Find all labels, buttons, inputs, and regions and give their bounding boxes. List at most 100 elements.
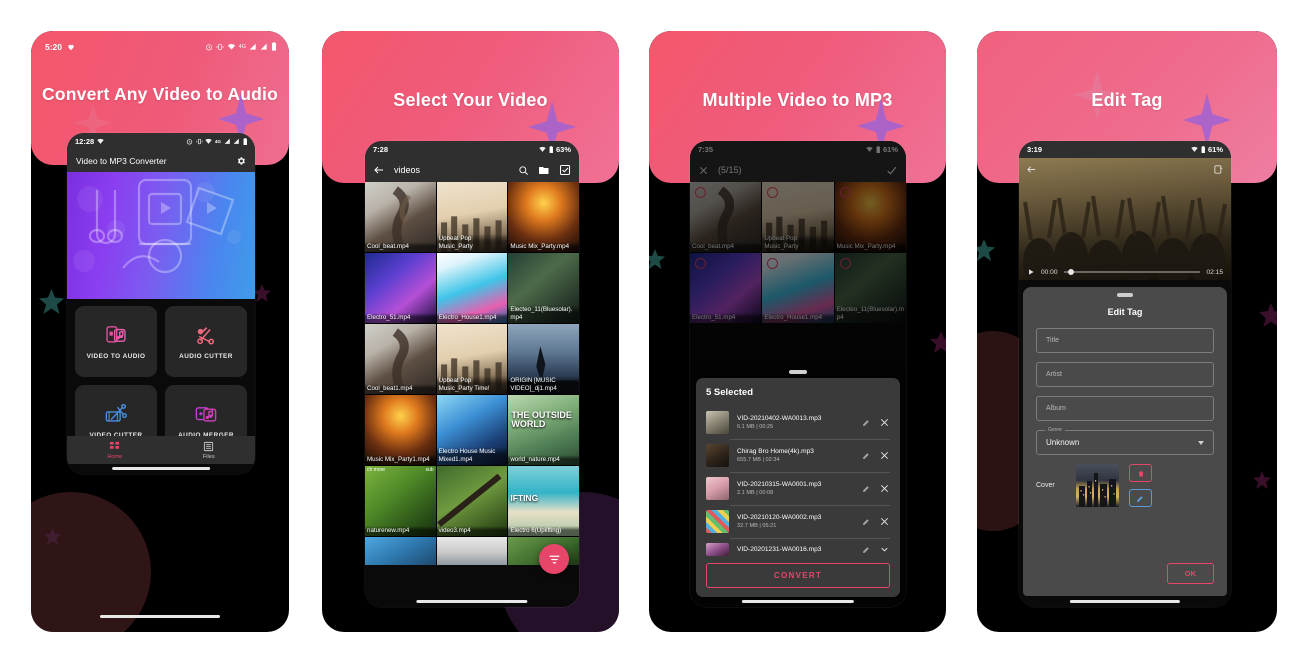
video-name: Music Mix_Party.mp4: [508, 241, 579, 252]
video-name: Upbeat Pop Music_Party: [436, 234, 508, 252]
phone-1-bottom-nav: Home Files: [67, 436, 255, 464]
sparkle-icon: [39, 289, 64, 314]
seek-bar[interactable]: [1063, 269, 1201, 275]
video-grid-item[interactable]: ORIGIN [MUSIC VIDEO]_dj1.mp4: [508, 324, 579, 394]
phone-2-status-bar: 7:28 63%: [365, 141, 579, 158]
tile-video-to-audio[interactable]: VIDEO TO AUDIO: [75, 306, 157, 377]
panel-home-indicator: [100, 615, 220, 618]
4g-icon: 4G: [214, 139, 221, 144]
video-name: Cool_beat.mp4: [365, 241, 436, 252]
video-grid-item[interactable]: Cool_beat.mp4: [365, 182, 436, 252]
panel-3-banner-title: Multiple Video to MP3: [702, 90, 893, 110]
video-grid-item[interactable]: Electro House Music Mixed1.mp4: [436, 395, 508, 465]
back-arrow-icon[interactable]: [373, 164, 385, 176]
hero-illustration: [88, 178, 235, 274]
video-grid-item[interactable]: Cool_beat1.mp4: [365, 324, 436, 394]
genre-select[interactable]: Genre Unknown: [1036, 427, 1214, 455]
pencil-icon[interactable]: [862, 545, 871, 554]
video-grid-item[interactable]: IFTING Electro 6(Uplifting): [508, 466, 579, 536]
sheet-grab-handle[interactable]: [1117, 293, 1133, 297]
wifi-icon: [1191, 146, 1199, 152]
wifi-icon: [539, 146, 547, 152]
video-grid-item[interactable]: Upbeat Pop Music_Party Time!: [436, 324, 508, 394]
phone-4-video-player[interactable]: 00:00 02:15: [1019, 158, 1231, 280]
folder-icon[interactable]: [538, 164, 550, 176]
sparkle-icon: [977, 239, 995, 261]
pencil-icon[interactable]: [862, 451, 871, 460]
phone-device-1: 12:28 4G Video to MP3 Converter VIDEO TO…: [67, 133, 255, 474]
edit-cover-button[interactable]: [1129, 489, 1152, 507]
album-field[interactable]: Album: [1036, 396, 1214, 421]
edit-tag-dialog: Edit Tag Title Artist Album Genre Unknow…: [1023, 287, 1227, 596]
remove-item-icon[interactable]: [879, 450, 890, 461]
selected-item-row[interactable]: VID-20201231-WA0016.mp3: [696, 538, 900, 556]
signal-icon: [233, 138, 239, 144]
remove-item-icon[interactable]: [879, 483, 890, 494]
item-thumbnail: [706, 510, 729, 533]
ok-button[interactable]: OK: [1166, 563, 1214, 584]
vibrate-icon: [196, 138, 203, 145]
promo-status-right: 4G: [205, 42, 277, 51]
skyline-illustration: [1079, 473, 1116, 507]
sparkle-icon: [253, 284, 271, 302]
nav-item-home[interactable]: Home: [107, 441, 122, 460]
remove-item-icon[interactable]: [879, 516, 890, 527]
phone-2-video-grid: Cool_beat.mp4 Upbeat Pop Music_Party Mus…: [365, 182, 579, 565]
selected-item-row[interactable]: VID-20210315-WA0001.mp3 2.1 MB | 00:08: [696, 472, 900, 505]
promo-status-left: 5:20: [45, 42, 75, 52]
video-grid-item[interactable]: Music Mix_Party1.mp4: [365, 395, 436, 465]
select-all-icon[interactable]: [559, 164, 571, 176]
convert-button[interactable]: CONVERT: [706, 563, 890, 588]
delete-cover-button[interactable]: [1129, 464, 1152, 482]
video-grid-item[interactable]: Music Mix_Party.mp4: [508, 182, 579, 252]
back-arrow-icon[interactable]: [1026, 164, 1037, 175]
chevron-down-icon[interactable]: [1198, 440, 1204, 445]
play-icon[interactable]: [1027, 268, 1035, 276]
sheet-grab-handle[interactable]: [789, 370, 807, 374]
cover-image[interactable]: [1076, 464, 1119, 507]
thumbnail-overlay-text: ch more: [367, 467, 386, 473]
pencil-icon[interactable]: [862, 484, 871, 493]
selected-item-row[interactable]: VID-20210120-WA0002.mp3 32.7 MB | 05:21: [696, 505, 900, 538]
video-name: video3.mp4: [436, 525, 508, 536]
video-name: ORIGIN [MUSIC VIDEO]_dj1.mp4: [508, 376, 579, 394]
selected-item-row[interactable]: Chirag Bro Home(4k).mp3 655.7 MB | 02:34: [696, 439, 900, 472]
title-field[interactable]: Title: [1036, 328, 1214, 353]
video-name: Electro_House1.mp4: [436, 312, 508, 323]
seek-knob[interactable]: [1067, 269, 1074, 275]
tile-audio-cutter[interactable]: AUDIO CUTTER: [165, 306, 247, 377]
phone-device-4: 3:19 61% 00:00 02:15 Edit Tag Title Arti…: [1019, 141, 1231, 607]
video-grid-item[interactable]: [436, 537, 508, 565]
selected-item-row[interactable]: VID-20210402-WA0013.mp3 6.1 MB | 00:25: [696, 406, 900, 439]
filter-fab-button[interactable]: [539, 544, 569, 574]
video-grid-item[interactable]: video3.mp4: [436, 466, 508, 536]
wifi-icon: [205, 138, 213, 144]
phone-1-app-bar: Video to MP3 Converter: [67, 150, 255, 172]
pencil-icon[interactable]: [862, 418, 871, 427]
home-indicator: [1069, 600, 1181, 603]
video-grid-item[interactable]: Electro_House1.mp4: [436, 253, 508, 323]
nav-item-files[interactable]: Files: [203, 441, 215, 460]
home-indicator: [112, 467, 210, 470]
artist-field[interactable]: Artist: [1036, 362, 1214, 387]
video-grid-item[interactable]: Electro_51.mp4: [365, 253, 436, 323]
video-name: Electro_51.mp4: [365, 312, 436, 323]
wifi-icon: [227, 43, 235, 50]
video-grid-item[interactable]: Electeo_11(Bluesolar).mp4: [508, 253, 579, 323]
filter-icon: [549, 555, 559, 563]
remove-item-icon[interactable]: [879, 417, 890, 428]
promo-screenshot-stage: Convert Any Video to Audio 5:20 4G 12:28…: [0, 0, 1294, 664]
edit-tag-icon[interactable]: [1213, 164, 1224, 175]
video-grid-item[interactable]: ch more sub naturenew.mp4: [365, 466, 436, 536]
gear-icon[interactable]: [236, 156, 246, 166]
sheet-title: 5 Selected: [706, 387, 753, 398]
battery-icon: [271, 42, 277, 51]
search-icon[interactable]: [518, 165, 529, 176]
title-placeholder: Title: [1046, 337, 1059, 344]
heart-icon: [68, 44, 74, 50]
video-grid-item[interactable]: Upbeat Pop Music_Party: [436, 182, 508, 252]
pencil-icon[interactable]: [862, 517, 871, 526]
chevron-down-icon[interactable]: [879, 544, 890, 555]
video-grid-item[interactable]: THE OUTSIDE WORLD world_nature.mp4: [508, 395, 579, 465]
video-grid-item[interactable]: [365, 537, 436, 565]
